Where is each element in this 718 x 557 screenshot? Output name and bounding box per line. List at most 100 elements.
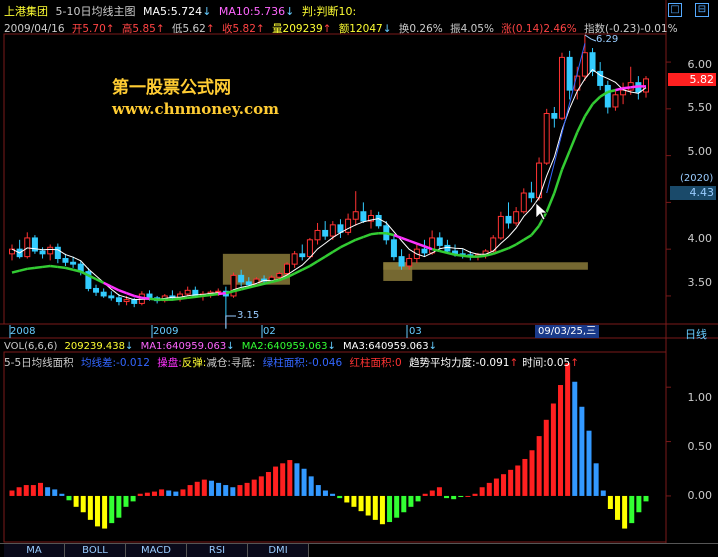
- ma10-segment: [622, 86, 631, 90]
- tab-dmi[interactable]: DMI: [248, 544, 309, 557]
- indicator-tab-bar: MA BOLL MACD RSI DMI: [0, 543, 718, 557]
- ma10-segment: [324, 250, 334, 258]
- ma10-segment: [210, 292, 219, 297]
- histogram-bar: [436, 487, 442, 496]
- tab-ma[interactable]: MA: [4, 544, 65, 557]
- histogram-bar: [251, 479, 257, 496]
- histogram-bar: [622, 495, 628, 529]
- candle-body: [543, 113, 550, 164]
- trend-force-arrow: ↑: [509, 357, 519, 369]
- histogram-bar: [66, 495, 72, 501]
- histogram-bar: [365, 495, 371, 516]
- candle-body: [100, 291, 107, 297]
- histogram-bar: [344, 495, 350, 503]
- ma10-segment: [545, 192, 556, 213]
- low-price: 低5.62: [171, 23, 206, 35]
- histogram-bar: [330, 493, 336, 496]
- histogram-bar: [237, 485, 243, 496]
- candle-body: [345, 218, 352, 233]
- histogram-bar: [565, 363, 571, 496]
- vol-ma2-arrow: ↓: [327, 341, 336, 352]
- green-area-value: 绿柱面积:-0.046: [262, 357, 343, 369]
- candle-body: [123, 299, 130, 303]
- trend-line-value: 均线差:-0.012: [81, 357, 150, 369]
- candle-body: [505, 215, 512, 224]
- date-label-03: 03: [409, 326, 422, 337]
- date-label-02: 02: [263, 326, 276, 337]
- chart-canvas[interactable]: [0, 0, 718, 543]
- vol-label: VOL(6,6,6): [4, 341, 58, 352]
- sub-indicator-name[interactable]: 5-5日均线面积: [4, 357, 74, 369]
- histogram-bar: [444, 495, 450, 499]
- histogram-bar: [372, 495, 378, 520]
- ma10-segment: [393, 233, 402, 240]
- ma10-segment: [591, 95, 602, 106]
- histogram-bar: [308, 476, 314, 496]
- candle-body: [108, 295, 115, 299]
- ma10-segment: [477, 254, 486, 258]
- ma10-segment: [560, 150, 571, 171]
- histogram-bar: [144, 492, 150, 496]
- histogram-bar: [615, 495, 621, 520]
- stock-name[interactable]: 上港集团: [4, 5, 48, 18]
- amount-arrow: ↓: [382, 23, 392, 35]
- histogram-bar: [294, 463, 300, 496]
- candle-body: [566, 56, 573, 91]
- candle-body: [306, 239, 313, 258]
- candle-body: [398, 256, 405, 267]
- volume-arrow: ↑: [322, 23, 332, 35]
- candle-body: [497, 215, 504, 239]
- histogram-bar: [87, 495, 93, 520]
- price-tick-5-50: 5.50: [687, 101, 713, 114]
- time-value: 时间:0.05: [522, 357, 571, 369]
- indicator-name[interactable]: 5-10日均线主图: [56, 5, 136, 18]
- vol-arrow: ↓: [125, 341, 134, 352]
- candle-body: [589, 52, 596, 72]
- ma10-segment: [57, 265, 66, 270]
- layout-window-icon[interactable]: ⊟: [695, 3, 709, 17]
- vol-value: 209239.438: [64, 341, 125, 352]
- vol-ma3: MA3:640959.063: [343, 341, 429, 352]
- candle-body: [283, 263, 290, 274]
- histogram-bar: [458, 495, 464, 498]
- histogram-bar: [52, 489, 58, 496]
- candle-body: [322, 229, 329, 237]
- candle-body: [146, 293, 153, 299]
- histogram-bar: [109, 495, 115, 524]
- sub-indicator-header: 5-5日均线面积 均线差:-0.012 操盘:反弹:减仓:寻底: 绿柱面积:-0…: [4, 355, 583, 370]
- ma10-segment: [294, 268, 303, 275]
- histogram-bar: [80, 495, 86, 513]
- price-tick-3-50: 3.50: [687, 276, 713, 289]
- ma10-segment: [50, 264, 58, 269]
- ma10-segment: [462, 254, 471, 258]
- ma10-segment: [583, 103, 594, 117]
- histogram-bar: [351, 495, 357, 507]
- histogram-bar: [536, 436, 542, 496]
- close-arrow: ↑: [255, 23, 265, 35]
- ma10-segment: [630, 85, 639, 89]
- histogram-bar: [130, 495, 136, 502]
- period-label[interactable]: 日线: [685, 326, 707, 342]
- ma5-label: MA5:5.724: [142, 5, 203, 18]
- histogram-bar: [429, 490, 435, 496]
- histogram-bar: [451, 495, 457, 500]
- ma10-segment: [202, 293, 211, 298]
- tab-macd[interactable]: MACD: [126, 544, 187, 557]
- candle-body: [612, 94, 619, 108]
- candle-body: [390, 239, 397, 258]
- rebound-label: 反弹:: [181, 357, 207, 369]
- cursor-date: 09/03/25,三: [535, 325, 600, 338]
- tab-rsi[interactable]: RSI: [187, 544, 248, 557]
- restore-window-icon[interactable]: □: [668, 3, 682, 17]
- histogram-bar: [208, 480, 214, 496]
- histogram-bar: [401, 495, 407, 513]
- histogram-bar: [493, 478, 499, 496]
- tab-boll[interactable]: BOLL: [65, 544, 126, 557]
- candle-body: [528, 192, 535, 199]
- trend-force-value: 趋势平均力度:-0.091: [409, 357, 510, 369]
- histogram-bar: [137, 493, 143, 496]
- histogram-bar: [529, 450, 535, 496]
- ma10-segment: [195, 294, 204, 299]
- histogram-bar: [102, 495, 108, 529]
- histogram-bar: [394, 495, 400, 518]
